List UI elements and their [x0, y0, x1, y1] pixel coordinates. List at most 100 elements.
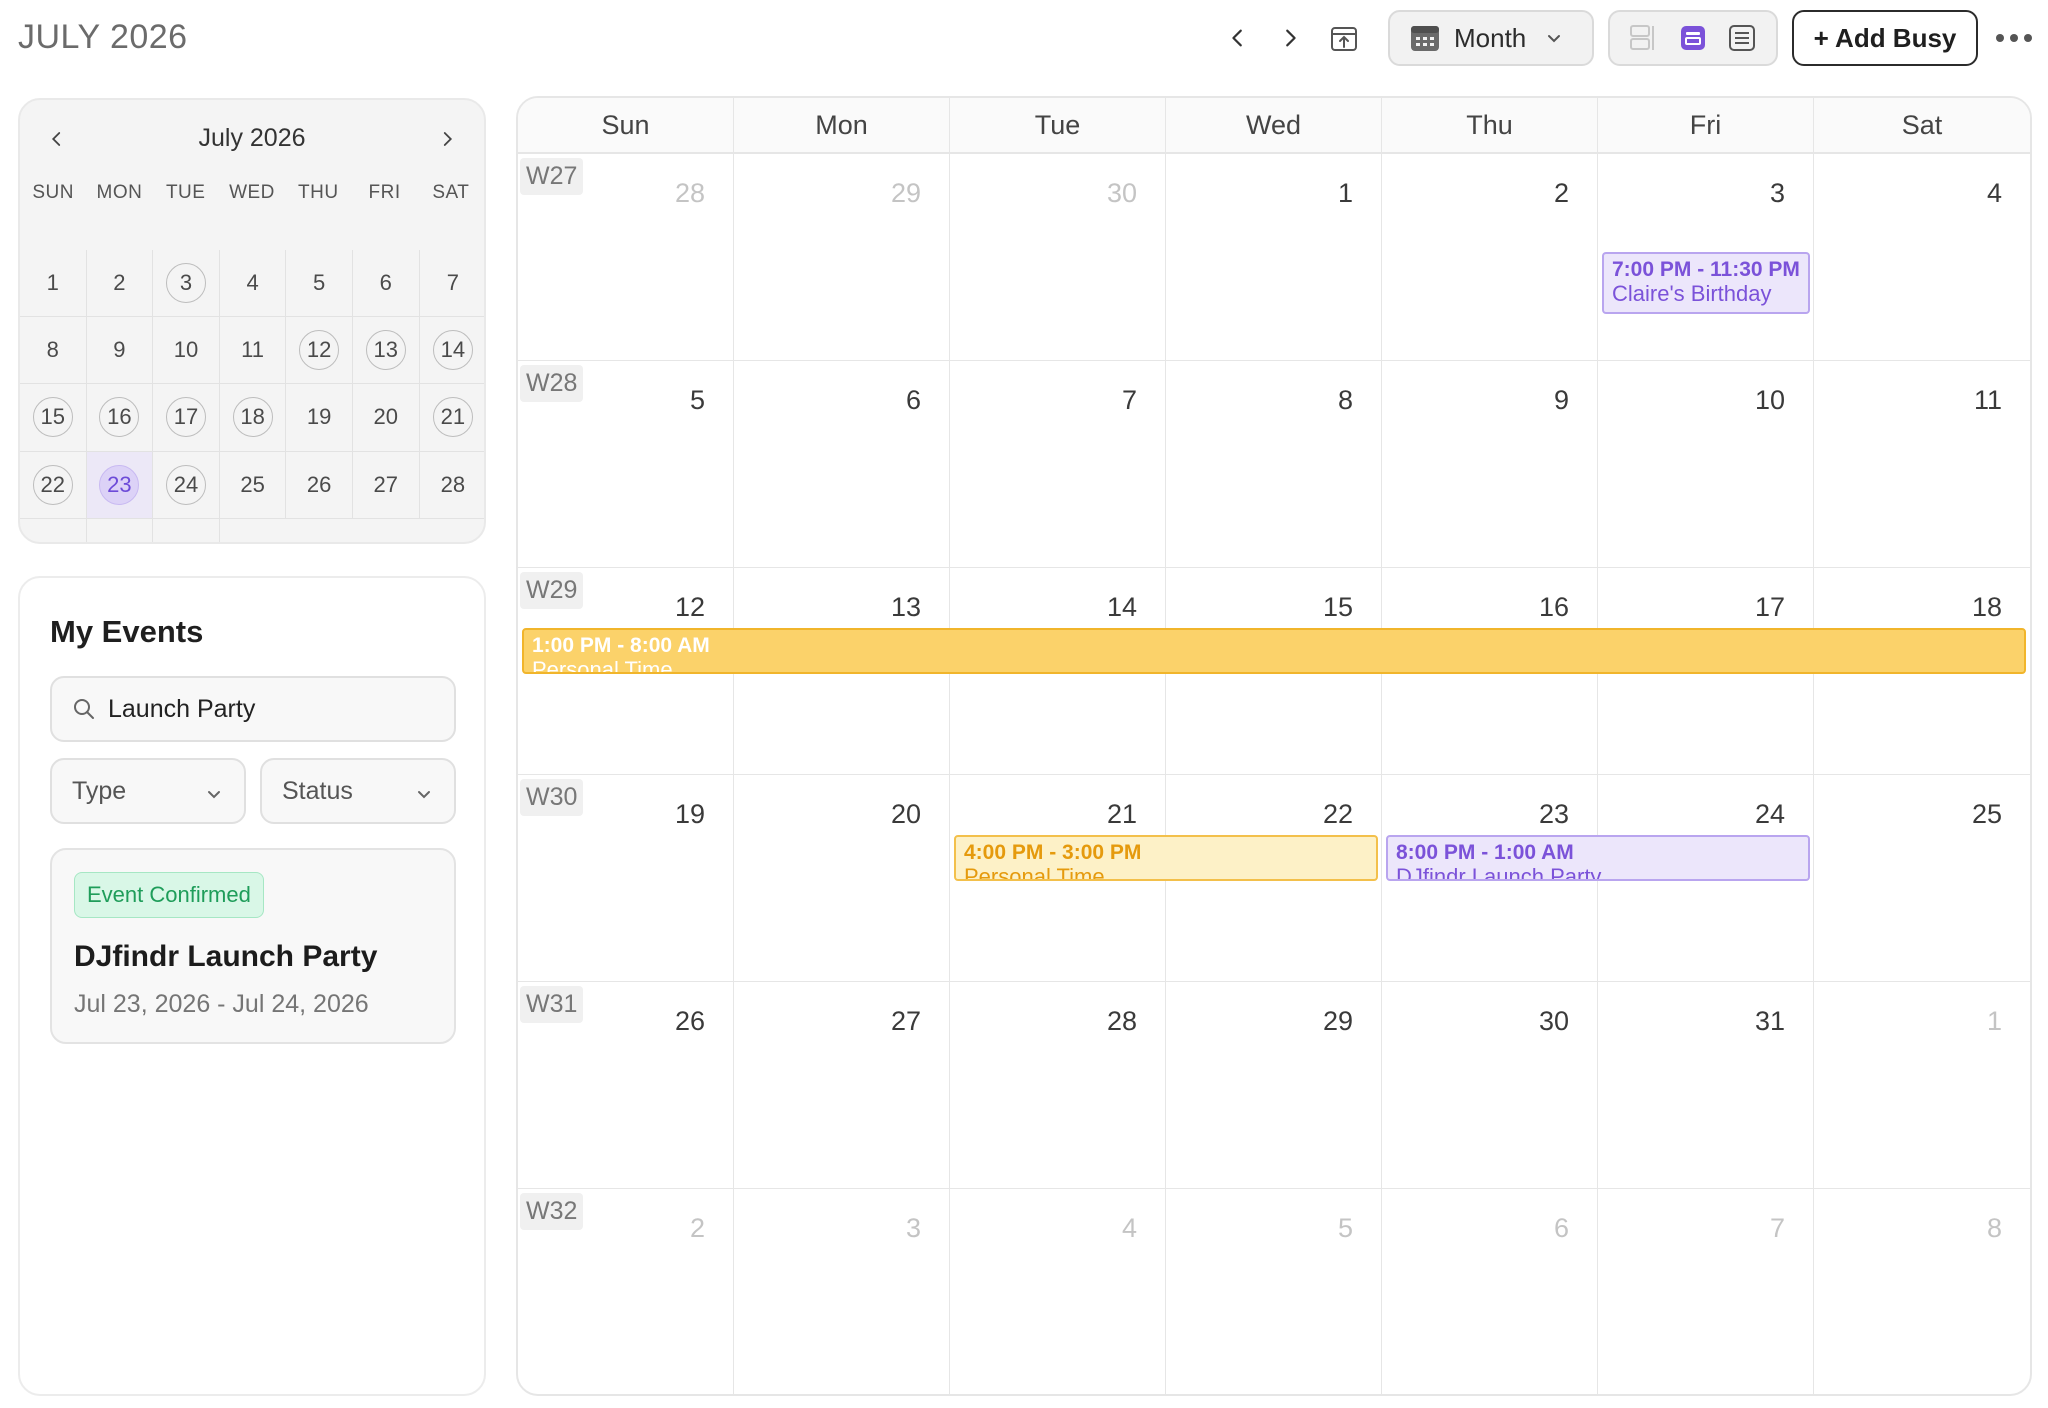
mini-day-grid: 1 2 3 4 5 6 7 8 9 10 11 12 13 14 15 16 17 18 19 20 21 22 23 24 2…: [20, 250, 484, 542]
event-card[interactable]: Event Confirmed DJfindr Launch Party Jul…: [50, 848, 456, 1044]
today-button[interactable]: [1322, 16, 1366, 60]
calendar-event[interactable]: 7:00 PM - 11:30 PM Claire's Birthday: [1602, 252, 1810, 314]
chevron-right-icon: [1286, 29, 1296, 47]
day-cell[interactable]: 27: [734, 982, 950, 1188]
day-cell[interactable]: 1: [1166, 154, 1382, 360]
day-cell[interactable]: 8: [1166, 361, 1382, 567]
day-cell[interactable]: 31: [1598, 982, 1814, 1188]
mini-day-number: 20: [373, 404, 398, 430]
mini-day-cell[interactable]: 23: [86, 451, 154, 519]
day-cell[interactable]: 20: [734, 775, 950, 981]
day-cell[interactable]: 28: [950, 982, 1166, 1188]
day-cell[interactable]: 1: [1814, 982, 2030, 1188]
event-time: 1:00 PM - 8:00 AM: [532, 634, 710, 657]
mini-day-cell[interactable]: 2: [86, 250, 154, 318]
mini-day-cell[interactable]: 29: [20, 518, 87, 542]
weekday-header: Mon: [734, 98, 950, 152]
mini-day-cell[interactable]: 3: [153, 250, 220, 318]
calendar-event[interactable]: 4:00 PM - 3:00 PM Personal Time: [954, 835, 1378, 881]
status-filter-label: Status: [282, 776, 353, 805]
mini-day-cell[interactable]: 19: [286, 384, 353, 452]
day-cell[interactable]: 7: [1598, 1189, 1814, 1394]
mini-day-cell[interactable]: 6: [352, 250, 420, 318]
day-cell[interactable]: 25: [1814, 775, 2030, 981]
day-number: 20: [890, 799, 921, 829]
day-cell[interactable]: 4: [1814, 154, 2030, 360]
day-cell[interactable]: 10: [1598, 361, 1814, 567]
mini-day-cell[interactable]: 15: [20, 384, 87, 452]
mini-day-cell[interactable]: 27: [352, 451, 420, 519]
more-horizontal-icon: [1996, 34, 2032, 42]
layout-list-button[interactable]: [1724, 20, 1760, 56]
day-cell[interactable]: 6: [734, 361, 950, 567]
day-cell[interactable]: 29: [1166, 982, 1382, 1188]
status-filter-select[interactable]: Status: [260, 758, 456, 824]
week-row: W31 26 27 28 29 30 31 1: [518, 982, 2030, 1189]
mini-day-cell[interactable]: 22: [20, 451, 87, 519]
view-mode-select[interactable]: Month: [1388, 10, 1594, 66]
mini-day-cell[interactable]: 16: [86, 384, 154, 452]
day-cell[interactable]: 4: [950, 1189, 1166, 1394]
mini-day-cell[interactable]: 7: [419, 250, 484, 318]
mini-day-cell[interactable]: 1: [20, 250, 87, 318]
week-number-label: W28: [520, 365, 584, 402]
layout-calendar-button[interactable]: [1675, 20, 1711, 56]
list-layout-icon: [1728, 25, 1755, 51]
day-cell[interactable]: 29: [734, 154, 950, 360]
event-search-box[interactable]: [50, 676, 456, 742]
mini-day-number: 7: [446, 270, 459, 296]
weekday-header: Tue: [950, 98, 1166, 152]
mini-day-cell[interactable]: 25: [219, 451, 287, 519]
day-cell[interactable]: 5: [1166, 1189, 1382, 1394]
day-number: 26: [674, 1006, 705, 1036]
mini-day-cell[interactable]: 13: [352, 317, 420, 385]
status-badge: Event Confirmed: [74, 872, 264, 918]
mini-day-cell[interactable]: 5: [286, 250, 353, 318]
day-cell[interactable]: 30: [1382, 982, 1598, 1188]
event-search-input[interactable]: [108, 694, 438, 724]
calendar-event[interactable]: 1:00 PM - 8:00 AM Personal Time: [522, 628, 2026, 674]
day-number: 13: [890, 592, 921, 622]
mini-day-number: 4: [246, 270, 259, 296]
my-events-panel: My Events Type Status Event Confirmed DJ…: [18, 576, 486, 1396]
mini-day-cell[interactable]: 20: [352, 384, 420, 452]
day-number: 7: [1121, 385, 1137, 415]
next-month-button[interactable]: [1270, 18, 1310, 58]
mini-day-cell[interactable]: 10: [153, 317, 220, 385]
mini-day-number: 2: [113, 270, 126, 296]
calendar-event[interactable]: 8:00 PM - 1:00 AM DJfindr Launch Party: [1386, 835, 1810, 881]
day-number: 31: [1754, 1006, 1785, 1036]
mini-day-cell[interactable]: 26: [286, 451, 353, 519]
type-filter-select[interactable]: Type: [50, 758, 246, 824]
day-cell[interactable]: 6: [1382, 1189, 1598, 1394]
mini-day-cell[interactable]: 4: [219, 250, 287, 318]
day-cell[interactable]: 9: [1382, 361, 1598, 567]
day-cell[interactable]: 7: [950, 361, 1166, 567]
mini-day-cell[interactable]: 12: [286, 317, 353, 385]
mini-day-cell[interactable]: 28: [419, 452, 484, 519]
day-cell[interactable]: 2: [1382, 154, 1598, 360]
mini-day-cell[interactable]: 31: [153, 518, 220, 542]
mini-day-cell[interactable]: 9: [86, 317, 154, 385]
add-busy-button[interactable]: + Add Busy: [1792, 10, 1978, 66]
mini-day-cell[interactable]: 11: [219, 317, 287, 385]
mini-day-cell[interactable]: 8: [20, 317, 87, 385]
day-cell[interactable]: 11: [1814, 361, 2030, 567]
day-cell[interactable]: 30: [950, 154, 1166, 360]
mini-day-cell[interactable]: 18: [219, 384, 287, 452]
day-cell[interactable]: 8: [1814, 1189, 2030, 1394]
mini-day-cell[interactable]: 21: [419, 384, 484, 452]
mini-day-number: 13: [365, 330, 406, 371]
mini-day-cell[interactable]: 24: [153, 451, 220, 519]
more-options-button[interactable]: [1990, 20, 2038, 56]
calendar-grid-icon: [1411, 26, 1439, 51]
prev-month-button[interactable]: [1218, 18, 1258, 58]
layout-split-button[interactable]: [1626, 20, 1662, 56]
day-cell[interactable]: 3: [734, 1189, 950, 1394]
weekday-header: Wed: [1166, 98, 1382, 152]
mini-day-cell[interactable]: 30: [87, 518, 154, 542]
mini-next-month-button[interactable]: [430, 122, 464, 156]
mini-day-cell[interactable]: 17: [153, 384, 220, 452]
day-number: 3: [905, 1213, 921, 1243]
mini-day-cell[interactable]: 14: [419, 317, 484, 385]
